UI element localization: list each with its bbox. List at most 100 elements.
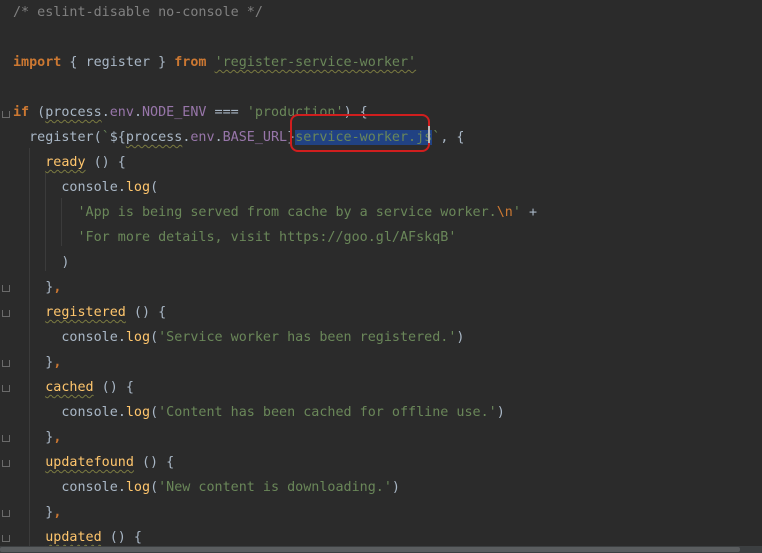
property-token: env	[190, 130, 215, 145]
indent-token	[13, 280, 45, 295]
indent-token	[13, 355, 45, 370]
identifier-token: console	[61, 180, 118, 195]
comment-token: /* eslint-disable no-console */	[13, 5, 263, 20]
fold-marker-icon[interactable]	[2, 285, 10, 292]
string-token: 'Service worker has been registered.'	[158, 330, 457, 345]
string-token: 'For more details, visit https://goo.gl/…	[77, 230, 457, 245]
method-call-token: log	[125, 180, 151, 195]
punct-token: .	[101, 105, 110, 120]
code-line-1: /* eslint-disable no-console */	[13, 0, 762, 25]
code-line-16: cached () {	[13, 375, 762, 400]
fold-marker-icon[interactable]	[2, 510, 10, 517]
identifier-token: console	[61, 405, 118, 420]
indent-token	[13, 530, 45, 545]
punct-token: }	[150, 55, 175, 70]
property-token: BASE_URL	[222, 130, 288, 145]
punct-token: (	[150, 330, 159, 345]
string-token: 'register-service-worker'	[214, 55, 417, 70]
indent-token	[13, 155, 45, 170]
punct-token: .	[117, 330, 126, 345]
keyword-token: from	[174, 55, 207, 70]
punct-token: () {	[133, 455, 175, 470]
indent-token	[13, 205, 78, 220]
keyword-token: import	[13, 55, 62, 70]
punct-token: (	[150, 405, 159, 420]
identifier-token: console	[61, 480, 118, 495]
punct-token: , {	[440, 130, 465, 145]
indent-token	[13, 180, 61, 195]
method-call-token: log	[125, 405, 151, 420]
escape-token: \n	[496, 205, 513, 220]
identifier-token: process	[125, 130, 183, 145]
punct-token: .	[117, 180, 126, 195]
method-call-token: log	[125, 330, 151, 345]
punct-token: () {	[85, 155, 126, 170]
indent-token	[13, 480, 61, 495]
editor-gutter	[0, 0, 12, 546]
punct-token: () {	[101, 530, 142, 545]
scrollbar-thumb[interactable]	[0, 547, 740, 552]
punct-token: )	[391, 480, 400, 495]
string-token: 'App is being served from cache by a ser…	[77, 205, 497, 220]
operator-token: +	[520, 205, 538, 220]
fold-marker-icon[interactable]	[2, 535, 10, 542]
indent-token	[13, 505, 45, 520]
identifier-token: console	[61, 330, 118, 345]
template-token: `	[101, 130, 110, 145]
method-name-token: updatefound	[45, 455, 134, 470]
indent-token	[13, 405, 61, 420]
punct-token: )	[456, 330, 465, 345]
punct-token: ,	[53, 430, 62, 445]
indent-token	[13, 455, 45, 470]
fold-marker-icon[interactable]	[2, 385, 10, 392]
punct-token: ,	[53, 280, 62, 295]
method-name-token: ready	[45, 155, 86, 170]
code-line-15: },	[13, 350, 762, 375]
fold-marker-icon[interactable]	[2, 111, 10, 118]
code-line-12: },	[13, 275, 762, 300]
keyword-token: if	[13, 105, 30, 120]
function-call-token: register	[29, 130, 94, 145]
indent-token	[13, 380, 45, 395]
punct-token: .	[117, 480, 126, 495]
fold-marker-icon[interactable]	[2, 460, 10, 467]
identifier-token: register	[85, 55, 151, 70]
method-name-token: cached	[45, 380, 94, 395]
code-line-18: },	[13, 425, 762, 450]
identifier-token: process	[45, 105, 102, 120]
code-line-20: console.log('New content is downloading.…	[13, 475, 762, 500]
indent-token	[13, 130, 29, 145]
code-line-19: updatefound () {	[13, 450, 762, 475]
indent-token	[13, 305, 45, 320]
method-name-token: registered	[45, 305, 126, 320]
fold-marker-icon[interactable]	[2, 360, 10, 367]
code-editor[interactable]: /* eslint-disable no-console */ import {…	[0, 0, 762, 546]
code-line-17: console.log('Content has been cached for…	[13, 400, 762, 425]
punct-token: ,	[53, 355, 62, 370]
punct-token: (	[150, 180, 159, 195]
code-line-9: 'App is being served from cache by a ser…	[13, 200, 762, 225]
string-token: 'Content has been cached for offline use…	[158, 405, 497, 420]
punct-token: .	[117, 405, 126, 420]
code-line-3: import { register } from 'register-servi…	[13, 50, 762, 75]
punct-token: (	[29, 105, 46, 120]
punct-token: (	[93, 130, 102, 145]
code-line-21: },	[13, 500, 762, 525]
method-call-token: log	[125, 480, 151, 495]
punct-token: () {	[93, 380, 134, 395]
indent-token	[13, 230, 78, 245]
punct-token: )	[496, 405, 505, 420]
operator-token: ===	[206, 105, 247, 120]
property-token: NODE_ENV	[142, 105, 207, 120]
fold-marker-icon[interactable]	[2, 310, 10, 317]
code-line-8: console.log(	[13, 175, 762, 200]
property-token: env	[109, 105, 134, 120]
horizontal-scrollbar[interactable]	[0, 546, 762, 553]
punct-token: .	[214, 130, 223, 145]
highlight-annotation	[290, 114, 430, 152]
punct-token: .	[133, 105, 142, 120]
code-line-10: 'For more details, visit https://goo.gl/…	[13, 225, 762, 250]
fold-marker-icon[interactable]	[2, 435, 10, 442]
method-name-token: updated	[45, 530, 102, 545]
